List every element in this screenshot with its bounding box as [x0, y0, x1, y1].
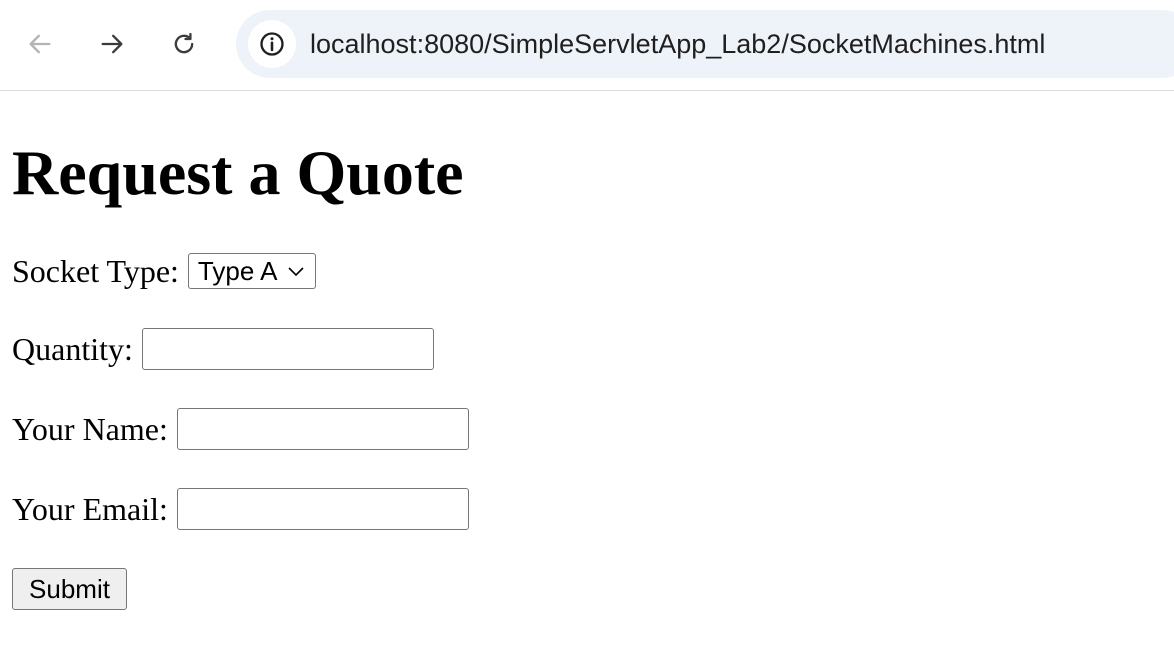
- address-bar[interactable]: localhost:8080/SimpleServletApp_Lab2/Soc…: [236, 10, 1174, 78]
- arrow-left-icon: [29, 34, 51, 54]
- socket-type-select[interactable]: Type A: [187, 253, 317, 289]
- socket-type-selected-value: Type A: [197, 256, 278, 286]
- quantity-row: Quantity:: [12, 327, 434, 371]
- email-row: Your Email:: [12, 487, 469, 531]
- arrow-right-icon: [101, 34, 123, 54]
- submit-button[interactable]: Submit: [12, 568, 127, 610]
- page-content: Request a Quote Socket Type: Type A Quan…: [12, 91, 1162, 651]
- page-title: Request a Quote: [12, 137, 464, 208]
- url-text[interactable]: localhost:8080/SimpleServletApp_Lab2/Soc…: [310, 28, 1045, 60]
- email-label: Your Email:: [12, 491, 168, 527]
- site-info-button[interactable]: [248, 20, 296, 68]
- browser-toolbar: localhost:8080/SimpleServletApp_Lab2/Soc…: [0, 0, 1174, 91]
- reload-button[interactable]: [162, 22, 206, 66]
- socket-type-row: Socket Type: Type A: [12, 249, 317, 293]
- name-input[interactable]: [176, 408, 469, 450]
- socket-type-label: Socket Type:: [12, 253, 179, 289]
- forward-button[interactable]: [90, 22, 134, 66]
- quantity-label: Quantity:: [12, 331, 133, 367]
- quantity-input[interactable]: [141, 328, 434, 370]
- info-icon: [260, 32, 284, 56]
- chevron-down-icon: [288, 267, 304, 277]
- name-label: Your Name:: [12, 411, 168, 447]
- email-input[interactable]: [176, 488, 469, 530]
- reload-icon: [174, 32, 194, 54]
- name-row: Your Name:: [12, 407, 469, 451]
- back-button[interactable]: [18, 22, 62, 66]
